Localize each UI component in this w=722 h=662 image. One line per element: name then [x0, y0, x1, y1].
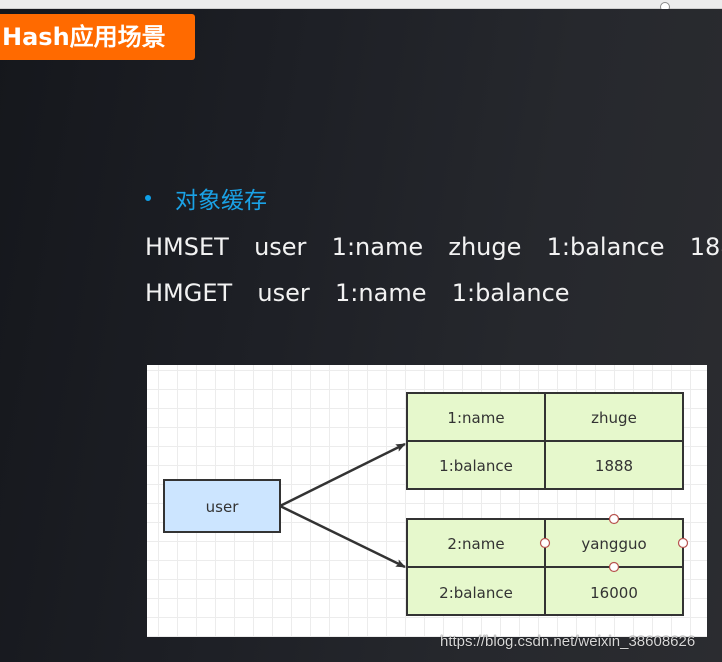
arrow-to-hash-2[interactable] — [279, 504, 406, 569]
hash-table-1[interactable]: 1:name zhuge 1:balance 1888 — [406, 392, 684, 490]
bullet-item: 对象缓存 — [145, 183, 267, 214]
selection-handle-top[interactable] — [608, 513, 620, 525]
selection-handle-bottom[interactable] — [608, 561, 620, 573]
source-node-user[interactable]: user — [163, 479, 281, 533]
hash-table-2[interactable]: 2:name yangguo 2:balance 16000 — [406, 518, 684, 616]
command-hmset: HMSET user 1:name zhuge 1:balance 1888 — [145, 233, 722, 261]
window-top-bar — [0, 0, 722, 12]
diagram-canvas: user 1:name zhuge 1:balance 1888 2:name … — [163, 392, 689, 616]
selection-handle-left[interactable] — [539, 537, 551, 549]
bullet-dot-icon — [145, 195, 151, 201]
slide-title: Hash应用场景 — [0, 14, 195, 60]
hash1-row2-value: 1888 — [595, 457, 633, 475]
hash-diagram: user 1:name zhuge 1:balance 1888 2:name … — [147, 365, 707, 637]
command-hmget: HMGET user 1:name 1:balance — [145, 279, 570, 307]
hash2-row2-field: 2:balance — [439, 584, 513, 602]
selection-handle-right[interactable] — [677, 537, 689, 549]
watermark-url: https://blog.csdn.net/weixin_38608626 — [440, 633, 696, 650]
hash2-row2-value: 16000 — [590, 584, 638, 602]
bullet-text: 对象缓存 — [175, 188, 267, 214]
hash1-row1-value: zhuge — [591, 409, 637, 427]
hash2-row1-field: 2:name — [447, 535, 504, 553]
source-node-label: user — [206, 498, 240, 516]
arrow-to-hash-1[interactable] — [279, 442, 406, 508]
hash2-row1-value: yangguo — [581, 535, 646, 553]
hash1-row2-field: 1:balance — [439, 457, 513, 475]
hash1-row1-field: 1:name — [447, 409, 504, 427]
